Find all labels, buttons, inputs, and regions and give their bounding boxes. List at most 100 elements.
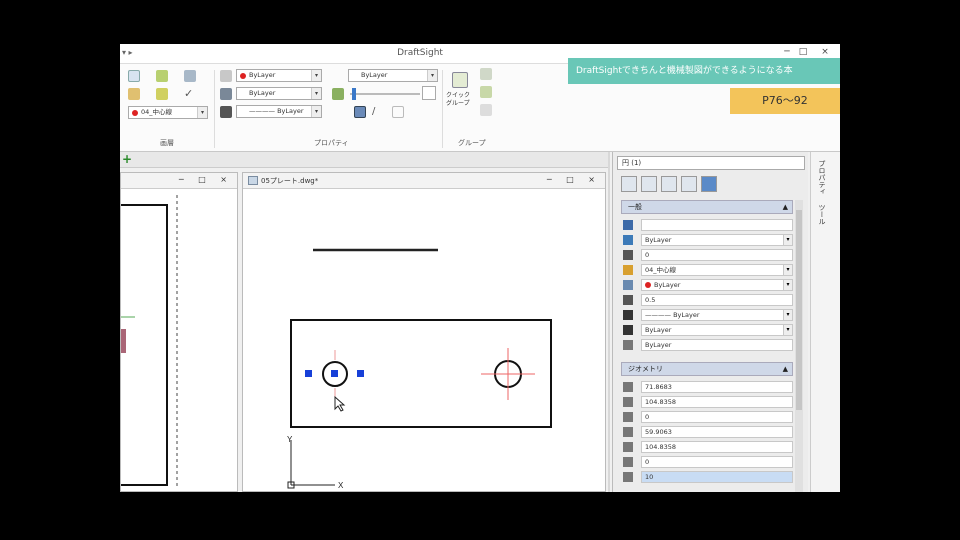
property-row[interactable]: 104.8358 — [621, 440, 793, 454]
property-value[interactable]: 0.5 — [641, 294, 793, 306]
layer-freeze-icon[interactable] — [156, 88, 168, 100]
property-row[interactable]: 0 — [621, 455, 793, 469]
grip-center[interactable] — [331, 370, 338, 377]
chevron-down-icon[interactable]: ▾ — [783, 324, 793, 336]
quick-group-label[interactable]: クイック グループ — [446, 92, 470, 108]
property-row[interactable]: 10 — [621, 470, 793, 484]
property-value[interactable]: 71.8683 — [641, 381, 793, 393]
grip-left[interactable] — [305, 370, 312, 377]
layer-on-icon[interactable] — [128, 88, 140, 100]
property-value[interactable]: 10 — [641, 471, 793, 483]
property-row[interactable]: 0 — [621, 248, 793, 262]
window-header: ─ □ × — [121, 173, 237, 189]
clipboard-icon[interactable] — [392, 106, 404, 118]
palette-settings-icon[interactable] — [701, 176, 717, 192]
tab-tools[interactable]: ツール — [817, 204, 827, 225]
left-document-window[interactable]: ─ □ × — [120, 172, 238, 492]
group-label-layers: 画層 — [160, 139, 174, 147]
pencil-icon[interactable]: / — [372, 106, 384, 118]
collapse-icon[interactable]: ▲ — [783, 363, 788, 375]
drawing-canvas[interactable]: Y X — [243, 190, 605, 492]
toggle-pickadd-icon[interactable] — [621, 176, 637, 192]
thickness-icon — [623, 250, 633, 260]
property-row[interactable]: 04_中心線 ▾ — [621, 263, 793, 277]
match-props-icon[interactable] — [220, 70, 232, 82]
property-row[interactable]: ByLayer ▾ — [621, 323, 793, 337]
property-row[interactable]: 71.8683 — [621, 380, 793, 394]
property-row[interactable]: ByLayer ▾ — [621, 278, 793, 292]
linetype-combo[interactable]: ———— ByLayer ▾ — [236, 105, 322, 118]
check-icon[interactable]: ✓ — [184, 88, 196, 100]
property-row[interactable]: ———— ByLayer ▾ — [621, 308, 793, 322]
left-drawing-canvas[interactable] — [121, 191, 239, 491]
linetype-icon — [220, 88, 232, 100]
geometry-section-header[interactable]: ジオメトリ ▲ — [621, 362, 793, 376]
tab-properties[interactable]: プロパティ — [817, 160, 827, 195]
property-value[interactable]: ByLayer — [641, 339, 793, 351]
red-color-icon — [132, 110, 138, 116]
property-row[interactable] — [621, 218, 793, 232]
new-tab-button[interactable]: + — [122, 153, 132, 165]
scrollbar-thumb[interactable] — [796, 210, 802, 410]
general-section-header[interactable]: 一般 ▲ — [621, 200, 793, 214]
property-value[interactable]: ByLayer — [641, 234, 793, 246]
chevron-down-icon[interactable]: ▾ — [783, 264, 793, 276]
transparency-slider[interactable] — [350, 93, 420, 95]
property-row[interactable]: 0.5 — [621, 293, 793, 307]
property-value[interactable]: 04_中心線 — [641, 264, 793, 276]
collapse-icon[interactable]: ▲ — [783, 201, 788, 213]
filter-icon[interactable] — [681, 176, 697, 192]
layer-state-icon[interactable] — [156, 70, 168, 82]
transparency-value[interactable] — [422, 86, 436, 100]
document-tab-title[interactable]: 05プレート.dwg* — [261, 176, 318, 186]
property-value[interactable]: 104.8358 — [641, 396, 793, 408]
chevron-down-icon: ▾ — [197, 107, 207, 118]
page-range-badge: P76〜92 — [730, 88, 840, 114]
property-value[interactable]: 59.9063 — [641, 426, 793, 438]
property-value[interactable]: 0 — [641, 249, 793, 261]
palette-scrollbar[interactable] — [795, 200, 803, 492]
group-edit-icon[interactable] — [480, 68, 492, 80]
layer-manager-icon[interactable] — [128, 70, 140, 82]
window-controls[interactable]: ─ □ × — [179, 175, 233, 184]
panel-splitter[interactable] — [608, 152, 610, 492]
maximize-button[interactable]: □ — [796, 47, 810, 57]
layer-settings-icon[interactable] — [184, 70, 196, 82]
display-weight-icon[interactable] — [354, 106, 366, 118]
main-document-window[interactable]: 05プレート.dwg* ─ □ × Y X — [242, 172, 606, 492]
group-remove-icon[interactable] — [480, 104, 492, 116]
property-value[interactable]: 0 — [641, 411, 793, 423]
grip-right[interactable] — [357, 370, 364, 377]
minimize-button[interactable]: ─ — [780, 47, 794, 57]
layer2-combo[interactable]: ByLayer ▾ — [236, 87, 322, 100]
lineweight-combo[interactable]: ByLayer ▾ — [348, 69, 438, 82]
quick-group-icon[interactable] — [452, 72, 468, 88]
ucs-x-label: X — [338, 481, 344, 490]
chevron-down-icon[interactable]: ▾ — [783, 279, 793, 291]
close-button[interactable]: × — [818, 47, 832, 57]
chevron-down-icon[interactable]: ▾ — [783, 234, 793, 246]
property-value[interactable]: ———— ByLayer — [641, 309, 793, 321]
property-value[interactable] — [641, 219, 793, 231]
property-value[interactable]: 104.8358 — [641, 441, 793, 453]
property-row[interactable]: ByLayer — [621, 338, 793, 352]
property-value[interactable]: ByLayer — [641, 279, 793, 291]
property-row[interactable]: 104.8358 — [621, 395, 793, 409]
property-row[interactable]: ByLayer ▾ — [621, 233, 793, 247]
dimension-icon — [623, 382, 633, 392]
quick-select-icon[interactable] — [661, 176, 677, 192]
select-objects-icon[interactable] — [641, 176, 657, 192]
property-value[interactable]: ByLayer — [641, 324, 793, 336]
slider-handle[interactable] — [352, 88, 356, 100]
chevron-down-icon[interactable]: ▾ — [783, 309, 793, 321]
property-row[interactable]: 59.9063 — [621, 425, 793, 439]
group-label-properties: プロパティ — [314, 139, 349, 147]
property-row[interactable]: 0 — [621, 410, 793, 424]
window-controls[interactable]: ─ □ × — [547, 175, 601, 184]
color-combo[interactable]: ByLayer ▾ — [236, 69, 322, 82]
selection-mark — [121, 329, 126, 353]
layer-combo[interactable]: 04_中心線 ▾ — [128, 106, 208, 119]
property-value[interactable]: 0 — [641, 456, 793, 468]
entity-selector[interactable]: 円 (1) — [617, 156, 805, 170]
group-add-icon[interactable] — [480, 86, 492, 98]
